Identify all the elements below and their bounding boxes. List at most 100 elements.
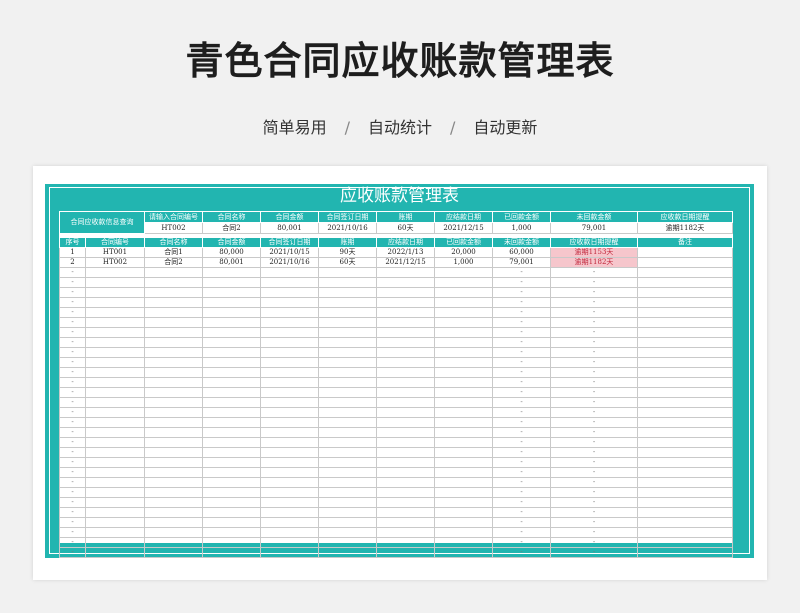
table-cell[interactable]: [637, 427, 733, 438]
table-cell[interactable]: -: [550, 437, 638, 448]
table-cell[interactable]: HT001: [85, 247, 145, 258]
table-cell[interactable]: [202, 437, 261, 448]
table-cell[interactable]: [85, 417, 145, 428]
table-cell[interactable]: [260, 547, 319, 558]
table-cell[interactable]: [85, 517, 145, 528]
table-cell[interactable]: [202, 277, 261, 288]
table-cell[interactable]: [144, 287, 203, 298]
table-cell[interactable]: -: [492, 507, 551, 518]
table-cell[interactable]: [637, 457, 733, 468]
table-cell[interactable]: -: [550, 377, 638, 388]
table-cell[interactable]: [637, 257, 733, 268]
table-cell[interactable]: [144, 277, 203, 288]
table-cell[interactable]: -: [550, 527, 638, 538]
table-cell[interactable]: [434, 277, 493, 288]
table-cell[interactable]: [85, 317, 145, 328]
table-cell[interactable]: [637, 347, 733, 358]
table-cell[interactable]: [202, 547, 261, 558]
table-cell[interactable]: [637, 387, 733, 398]
table-cell[interactable]: [144, 337, 203, 348]
table-cell[interactable]: [318, 527, 377, 538]
table-cell[interactable]: [85, 447, 145, 458]
table-cell[interactable]: [202, 297, 261, 308]
table-cell[interactable]: -: [59, 477, 86, 488]
table-cell[interactable]: [376, 497, 435, 508]
table-cell[interactable]: [318, 487, 377, 498]
table-cell[interactable]: [202, 357, 261, 368]
table-cell[interactable]: [260, 337, 319, 348]
table-cell[interactable]: [637, 307, 733, 318]
table-cell[interactable]: -: [492, 417, 551, 428]
table-cell[interactable]: [376, 417, 435, 428]
table-cell[interactable]: [202, 307, 261, 318]
table-cell[interactable]: 2022/1/13: [376, 247, 435, 258]
table-cell[interactable]: [260, 277, 319, 288]
table-cell[interactable]: [260, 457, 319, 468]
table-cell[interactable]: [144, 477, 203, 488]
table-cell[interactable]: [202, 487, 261, 498]
table-cell[interactable]: [144, 457, 203, 468]
table-cell[interactable]: [202, 367, 261, 378]
table-cell[interactable]: [637, 397, 733, 408]
table-cell[interactable]: -: [550, 327, 638, 338]
table-cell[interactable]: [434, 517, 493, 528]
table-cell[interactable]: -: [550, 447, 638, 458]
table-cell[interactable]: -: [550, 267, 638, 278]
table-cell[interactable]: [318, 327, 377, 338]
table-cell[interactable]: [260, 397, 319, 408]
table-cell[interactable]: [85, 427, 145, 438]
table-cell[interactable]: [434, 327, 493, 338]
table-cell[interactable]: [434, 527, 493, 538]
table-cell[interactable]: [318, 387, 377, 398]
table-cell[interactable]: -: [59, 377, 86, 388]
table-cell[interactable]: [85, 377, 145, 388]
table-cell[interactable]: [260, 317, 319, 328]
table-cell[interactable]: [376, 277, 435, 288]
table-cell[interactable]: -: [492, 327, 551, 338]
table-cell[interactable]: [260, 417, 319, 428]
table-cell[interactable]: [260, 427, 319, 438]
table-cell[interactable]: [202, 537, 261, 548]
table-cell[interactable]: [376, 337, 435, 348]
table-cell[interactable]: -: [550, 357, 638, 368]
table-cell[interactable]: -: [550, 277, 638, 288]
table-cell[interactable]: [144, 527, 203, 538]
table-cell[interactable]: -: [492, 377, 551, 388]
table-cell[interactable]: [637, 267, 733, 278]
table-cell[interactable]: [144, 467, 203, 478]
table-cell[interactable]: 79,001: [492, 257, 551, 268]
table-cell[interactable]: -: [492, 457, 551, 468]
table-cell[interactable]: [85, 347, 145, 358]
table-cell[interactable]: [434, 337, 493, 348]
table-cell[interactable]: [434, 457, 493, 468]
table-cell[interactable]: -: [550, 307, 638, 318]
table-cell[interactable]: [202, 517, 261, 528]
table-cell[interactable]: [434, 467, 493, 478]
table-cell[interactable]: [376, 447, 435, 458]
table-cell[interactable]: -: [550, 497, 638, 508]
table-cell[interactable]: [85, 327, 145, 338]
table-cell[interactable]: [85, 537, 145, 548]
table-cell[interactable]: [637, 447, 733, 458]
table-cell[interactable]: [260, 407, 319, 418]
table-cell[interactable]: [637, 287, 733, 298]
table-cell[interactable]: [318, 447, 377, 458]
table-cell[interactable]: [637, 487, 733, 498]
table-cell[interactable]: [376, 457, 435, 468]
table-cell[interactable]: [637, 467, 733, 478]
table-cell[interactable]: [434, 307, 493, 318]
table-cell[interactable]: [318, 547, 377, 558]
table-cell[interactable]: [318, 297, 377, 308]
table-cell[interactable]: [144, 347, 203, 358]
table-cell[interactable]: [260, 377, 319, 388]
table-cell[interactable]: -: [550, 347, 638, 358]
table-cell[interactable]: [144, 517, 203, 528]
table-cell[interactable]: [144, 507, 203, 518]
table-cell[interactable]: [144, 307, 203, 318]
table-cell[interactable]: [318, 357, 377, 368]
table-cell[interactable]: -: [550, 507, 638, 518]
table-cell[interactable]: [318, 277, 377, 288]
table-cell[interactable]: [85, 547, 145, 558]
table-cell[interactable]: -: [59, 337, 86, 348]
table-cell[interactable]: [434, 437, 493, 448]
